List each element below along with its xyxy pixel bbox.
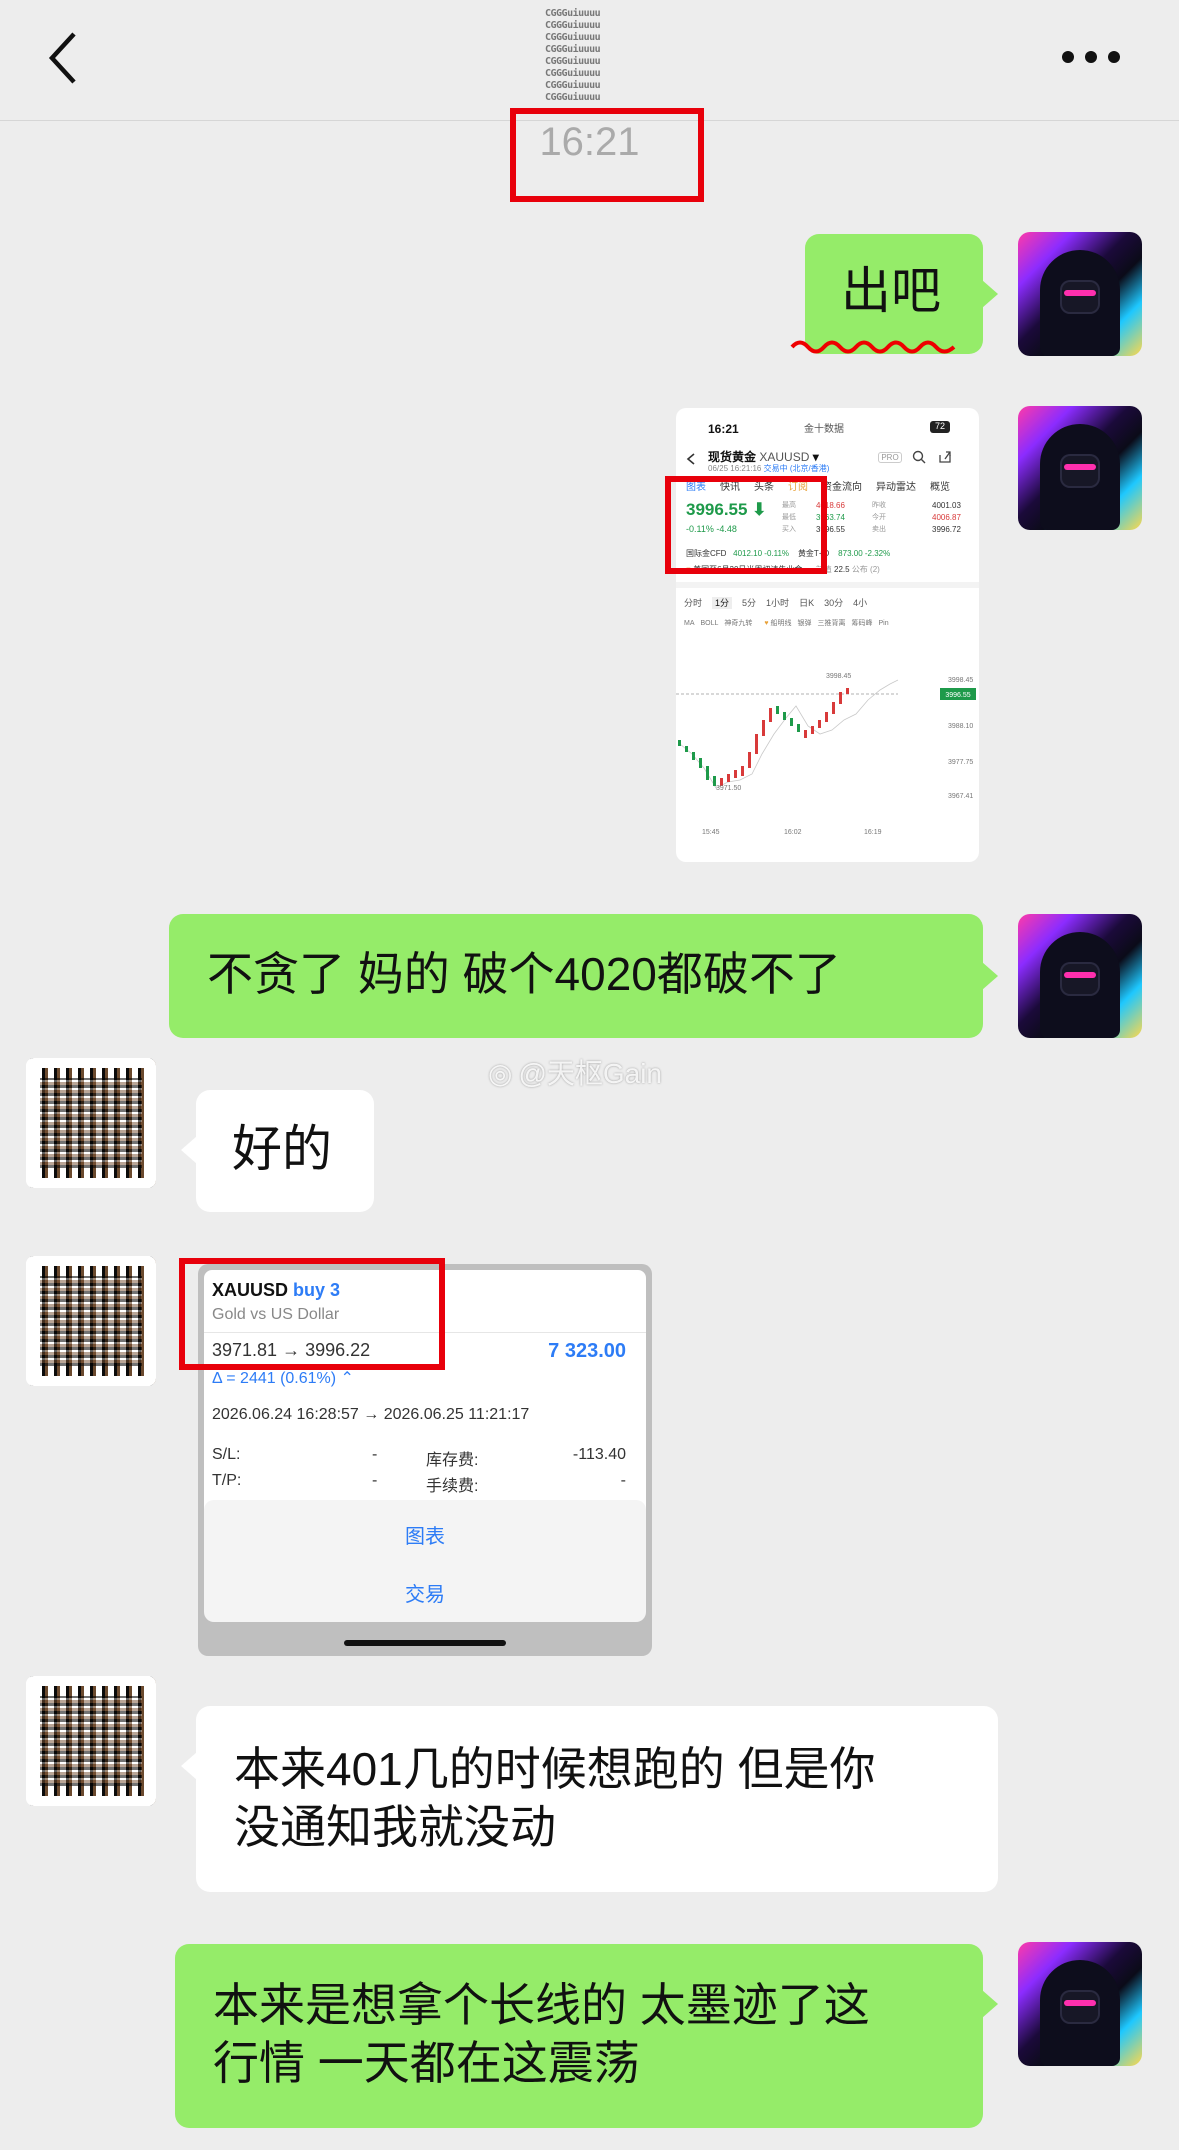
sl-label: S/L: (212, 1446, 241, 1463)
y-tick: 3967.41 (948, 793, 973, 800)
y-tick: 3988.10 (948, 723, 973, 730)
message-text: 本来401几的时候想跑的 但是你 (234, 1743, 876, 1795)
chat-title: CGGGuiuuuu CGGGuiuuuu CGGGuiuuuu CGGGuiuuuu… (545, 8, 601, 103)
contact-avatar[interactable] (26, 1058, 156, 1188)
more-dots-icon[interactable] (1058, 45, 1128, 69)
my-avatar[interactable] (1018, 914, 1142, 1038)
pro-badge: PRO (878, 452, 902, 463)
bubble-tail (982, 962, 998, 990)
chat-header: CGGGuiuuuu CGGGuiuuuu CGGGuiuuuu CGGGuiuuuu… (0, 0, 1179, 121)
stat-values-2: 4001.03 4006.87 3996.72 (932, 501, 961, 534)
spellcheck-underline (790, 340, 956, 354)
message-bubble-sent[interactable]: 本来是想拿个长线的 太墨迹了这 行情 一天都在这震荡 (175, 1944, 983, 2128)
bubble-tail (181, 1136, 197, 1164)
my-avatar[interactable] (1018, 232, 1142, 356)
message-text: 行情 一天都在这震荡 (213, 2037, 640, 2089)
tp-value: - (372, 1472, 378, 1489)
x-tick: 16:02 (784, 829, 802, 836)
menu-item-trade[interactable]: 交易 (204, 1578, 646, 1607)
contact-avatar[interactable] (26, 1676, 156, 1806)
indicator-tabs: MA BOLL 神奇九转 ♥ 船明线 银弹 三推背离 筹码峰 Pin (684, 620, 889, 627)
x-tick: 16:19 (864, 829, 882, 836)
status-app: 金十数据 (804, 424, 844, 435)
x-tick: 15:45 (702, 829, 720, 836)
trade-times: 2026.06.24 16:28:57 → 2026.06.25 11:21:1… (212, 1406, 530, 1423)
sl-value: - (372, 1446, 378, 1463)
candlestick-chart: 3996.55 3998.45 3988.10 3977.75 3967.41 … (676, 673, 976, 836)
message-text: 本来是想拿个长线的 太墨迹了这 (213, 1979, 870, 2031)
chevron-left-icon[interactable] (44, 28, 84, 88)
high-mark: 3998.45 (826, 673, 851, 680)
bubble-tail (982, 280, 998, 308)
low-mark: 3971.50 (716, 785, 741, 792)
message-text: 出吧 (841, 263, 941, 319)
y-tick: 3998.45 (948, 677, 973, 684)
message-text: 没通知我就没动 (234, 1801, 556, 1853)
trade-profit: 7 323.00 (548, 1340, 626, 1362)
message-bubble-sent[interactable]: 不贪了 妈的 破个4020都破不了 (169, 914, 983, 1038)
bubble-tail (181, 1752, 197, 1780)
home-indicator (344, 1640, 506, 1646)
my-avatar[interactable] (1018, 406, 1142, 530)
highlight-box (665, 476, 827, 574)
message-bubble-received[interactable]: 好的 (196, 1090, 374, 1212)
highlight-box (179, 1258, 445, 1370)
y-tick: 3977.75 (948, 759, 973, 766)
message-bubble-received[interactable]: 本来401几的时候想跑的 但是你 没通知我就没动 (196, 1706, 998, 1892)
swap-value: -113.40 (572, 1446, 626, 1463)
message-text: 好的 (232, 1121, 332, 1177)
tp-label: T/P: (212, 1472, 242, 1489)
watermark: ◎ @天枢Gain (488, 1058, 663, 1089)
back-icon (686, 453, 695, 465)
my-avatar[interactable] (1018, 1942, 1142, 2066)
stat-labels-2: 昨收 今开 卖出 (872, 502, 886, 533)
action-menu: 图表 交易 (204, 1500, 646, 1622)
period-tabs: 分时 1分 5分 1小时 日K 30分 4小 (684, 597, 868, 609)
quote-date: 06/25 16:21:16 交易中 (北京/香港) (708, 464, 830, 473)
fee-value: - (620, 1472, 626, 1489)
message-text: 不贪了 妈的 破个4020都破不了 (207, 948, 841, 1000)
trade-delta: Δ = 2441 (0.61%) ⌃ (212, 1370, 354, 1387)
highlight-box (510, 108, 704, 202)
menu-item-chart[interactable]: 图表 (204, 1520, 646, 1549)
search-icon (912, 450, 926, 464)
bubble-tail (982, 1990, 998, 2018)
battery-icon: 72 (930, 421, 950, 433)
fee-label: 手续费: (426, 1478, 479, 1495)
share-icon (939, 451, 951, 463)
swap-label: 库存费: (426, 1452, 479, 1469)
y-tick-current: 3996.55 (945, 692, 970, 699)
contact-avatar[interactable] (26, 1256, 156, 1386)
divider (676, 582, 979, 588)
